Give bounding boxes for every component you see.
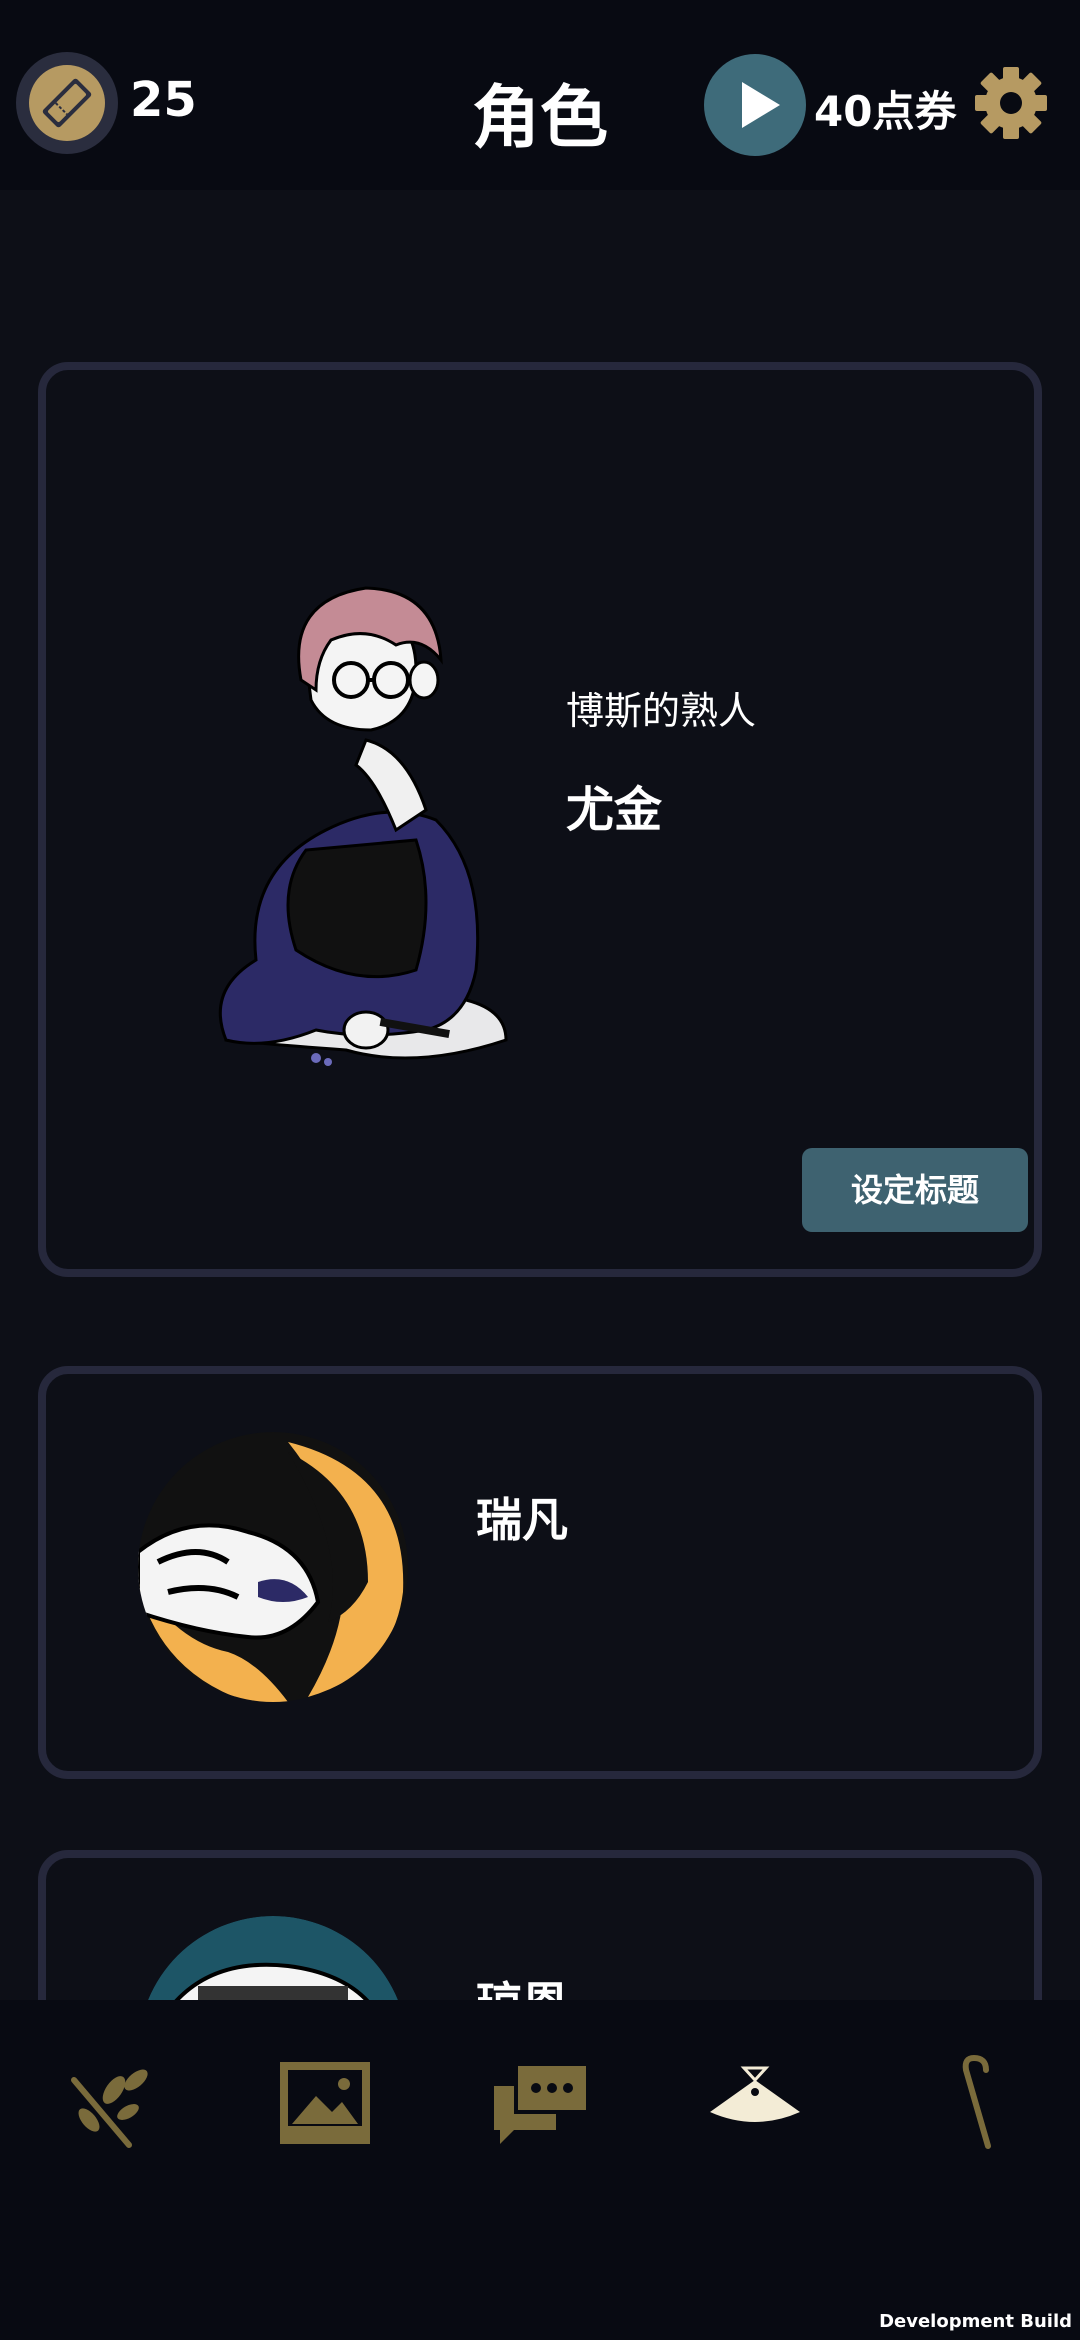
- nav-character[interactable]: [700, 2050, 810, 2160]
- nav-chat[interactable]: [486, 2050, 596, 2160]
- play-icon: [742, 82, 780, 128]
- character-list[interactable]: 博斯的熟人 尤金 设定标题 瑞凡 琼恩: [0, 190, 1080, 2000]
- character-card[interactable]: 琼恩: [38, 1850, 1042, 2000]
- settings-button[interactable]: [974, 66, 1048, 140]
- voucher-label: 40点券: [814, 87, 957, 136]
- character-name: 瑞凡: [476, 1493, 568, 1547]
- character-name: 琼恩: [476, 1968, 568, 2000]
- character-avatar: [138, 1916, 408, 2000]
- cane-icon: [962, 2054, 991, 2149]
- character-illustration: [218, 586, 508, 1066]
- character-avatar: [138, 1432, 408, 1702]
- bottom-navigation: Development Build: [0, 2000, 1080, 2340]
- character-card[interactable]: 瑞凡: [38, 1366, 1042, 1779]
- character-relation: 博斯的熟人: [566, 689, 757, 733]
- build-label: Development Build: [879, 2311, 1072, 2332]
- watch-ad-button[interactable]: [704, 54, 806, 156]
- top-bar: 25 角色 40点券: [0, 0, 1080, 190]
- nav-gallery[interactable]: [270, 2050, 380, 2160]
- gallery-icon: [280, 2062, 370, 2144]
- branch-icon: [71, 2069, 148, 2148]
- chat-icon: [494, 2062, 590, 2144]
- character-card-selected[interactable]: 博斯的熟人 尤金 设定标题: [38, 362, 1042, 1277]
- nav-cane[interactable]: [916, 2050, 1026, 2160]
- set-title-button[interactable]: 设定标题: [802, 1148, 1028, 1232]
- nav-branch[interactable]: [54, 2050, 164, 2160]
- character-icon: [710, 2066, 800, 2122]
- character-name: 尤金: [566, 782, 663, 838]
- gear-icon: [975, 67, 1047, 139]
